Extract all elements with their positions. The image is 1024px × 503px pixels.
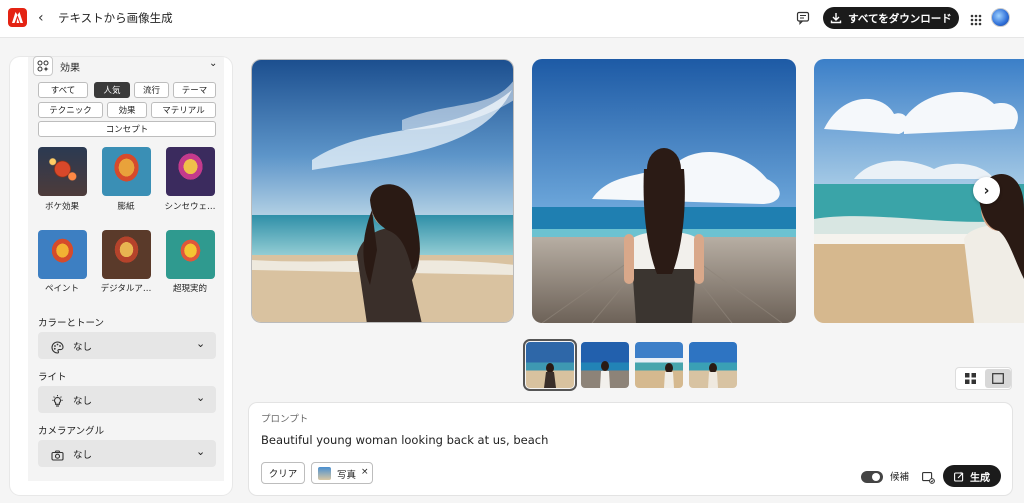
candidates-toggle[interactable]	[861, 471, 883, 483]
reference-thumbnail	[318, 467, 331, 480]
filter-chip[interactable]: テーマ	[173, 82, 216, 98]
reference-chip[interactable]: 写真 ×	[311, 462, 373, 484]
prompt-label: プロンプト	[261, 414, 309, 425]
candidates-label: 候補	[890, 472, 910, 483]
back-chevron-icon[interactable]: ‹	[38, 10, 44, 26]
style-thumb-bokeh[interactable]	[38, 147, 87, 196]
settings-icon[interactable]	[922, 469, 935, 488]
generate-button[interactable]: 生成	[943, 465, 1001, 487]
effects-header[interactable]: 効果 ⌄	[33, 56, 223, 76]
download-all-label: すべてをダウンロード	[848, 12, 952, 25]
light-label: ライト	[38, 372, 67, 383]
style-label: 膨紙	[117, 202, 135, 212]
generated-image-1[interactable]	[251, 59, 514, 323]
filter-chip[interactable]: テクニック	[38, 102, 103, 118]
filter-chip[interactable]: コンセプト	[38, 121, 216, 137]
apps-grid-icon[interactable]	[970, 11, 982, 30]
thumbnail-3[interactable]	[635, 342, 683, 388]
avatar[interactable]	[991, 8, 1010, 27]
style-thumb-synthwave[interactable]	[166, 147, 215, 196]
page-title: テキストから画像生成	[58, 11, 173, 25]
style-label: デジタルア…	[100, 284, 152, 294]
download-icon	[830, 13, 842, 24]
camera-angle-dropdown[interactable]: なし ⌄	[38, 440, 216, 467]
chevron-down-icon: ⌄	[196, 445, 206, 458]
feedback-icon[interactable]	[796, 10, 810, 29]
chevron-up-icon[interactable]: ⌄	[209, 58, 217, 69]
camera-icon	[51, 447, 64, 466]
style-thumb-paper[interactable]	[102, 147, 151, 196]
chevron-down-icon: ⌄	[196, 391, 206, 404]
color-tone-dropdown[interactable]: なし ⌄	[38, 332, 216, 359]
filter-chip[interactable]: 流行	[134, 82, 169, 98]
top-bar: ‹ テキストから画像生成 すべてをダウンロード	[0, 0, 1024, 38]
effects-icon	[33, 56, 53, 76]
style-label: ボケ効果	[44, 202, 79, 212]
reference-label: 写真	[337, 470, 357, 481]
single-view-icon[interactable]	[985, 369, 1011, 388]
style-label: ペイント	[44, 284, 79, 294]
filter-chip[interactable]: 人気	[94, 82, 130, 98]
filter-chip[interactable]: すべて	[38, 82, 88, 98]
prompt-box: プロンプト Beautiful young woman looking back…	[249, 403, 1012, 495]
thumbnail-4[interactable]	[689, 342, 737, 388]
filter-chip[interactable]: マテリアル	[151, 102, 216, 118]
color-tone-value: なし	[73, 342, 93, 353]
clear-button[interactable]: クリア	[261, 462, 305, 484]
style-thumb-digital-art[interactable]	[102, 230, 151, 279]
style-label: 超現実的	[172, 284, 207, 294]
style-thumb-hyperrealistic[interactable]	[166, 230, 215, 279]
close-icon[interactable]: ×	[361, 467, 369, 477]
generate-label: 生成	[970, 472, 990, 484]
download-all-button[interactable]: すべてをダウンロード	[823, 7, 959, 29]
view-toggle	[955, 367, 1012, 390]
thumbnail-2[interactable]	[581, 342, 629, 388]
grid-view-icon[interactable]	[958, 370, 983, 387]
generate-icon	[954, 471, 964, 482]
camera-angle-value: なし	[73, 450, 93, 461]
camera-angle-label: カメラアングル	[38, 426, 105, 437]
palette-icon	[51, 339, 64, 358]
lightbulb-icon	[51, 393, 64, 412]
light-dropdown[interactable]: なし ⌄	[38, 386, 216, 413]
generated-image-2[interactable]	[532, 59, 796, 323]
effects-title: 効果	[60, 63, 80, 74]
next-image-button[interactable]: ›	[973, 177, 1000, 204]
style-label: シンセウェ…	[164, 202, 216, 212]
color-tone-label: カラーとトーン	[38, 318, 105, 329]
prompt-input[interactable]: Beautiful young woman looking back at us…	[261, 433, 548, 447]
light-value: なし	[73, 396, 93, 407]
adobe-logo-icon[interactable]	[8, 8, 27, 27]
thumbnail-1[interactable]	[523, 339, 577, 391]
style-thumb-paint[interactable]	[38, 230, 87, 279]
chevron-down-icon: ⌄	[196, 337, 206, 350]
filter-chip[interactable]: 効果	[107, 102, 147, 118]
